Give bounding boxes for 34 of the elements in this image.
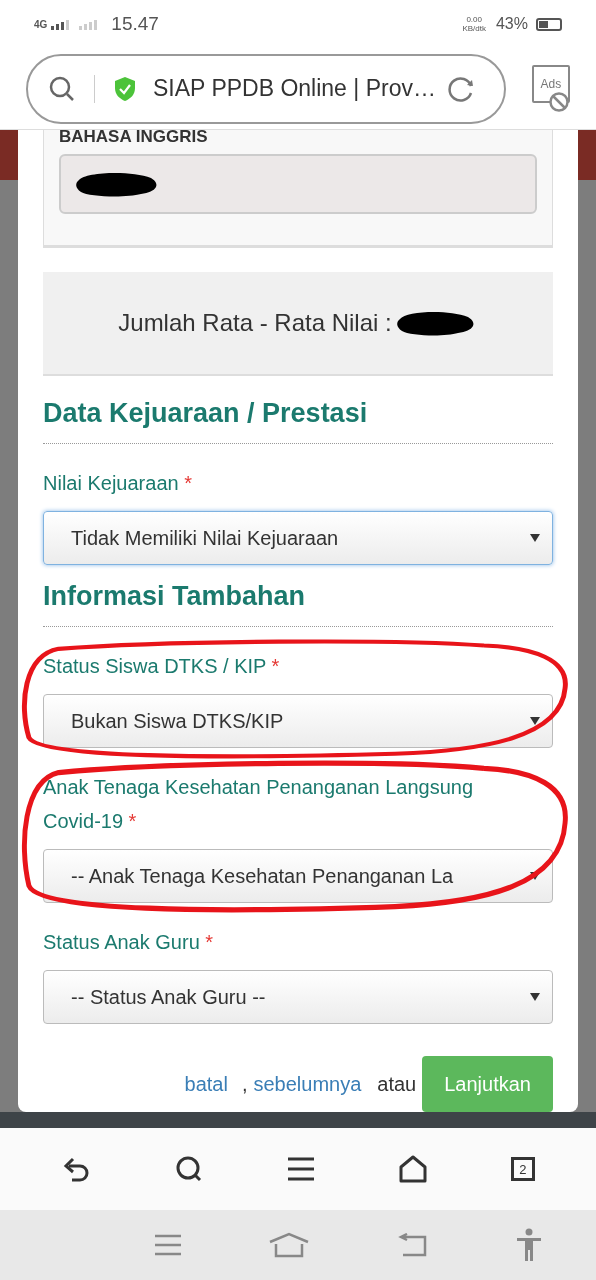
search-icon[interactable] (48, 74, 76, 103)
speed-value: 0.00 (466, 15, 482, 24)
signal-icon (49, 18, 72, 30)
menu-icon[interactable] (285, 1156, 316, 1182)
field-label: BAHASA INGGRIS (59, 130, 209, 144)
tabs-button[interactable]: 2 (510, 1157, 535, 1181)
back-link[interactable]: sebelumnya (253, 1072, 362, 1096)
shield-icon (113, 75, 137, 102)
dropdown[interactable]: Tidak Memiliki Nilai Kejuaraan (43, 511, 553, 565)
field-label: Status Anak Guru * (43, 930, 215, 955)
field-label: Status Siswa DTKS / KIP * (43, 654, 281, 679)
cancel-link[interactable]: batal (184, 1072, 228, 1096)
or-text: atau (377, 1072, 417, 1096)
clock: 15.47 (111, 13, 159, 35)
network-type: 4G (34, 18, 48, 30)
section-heading: Informasi Tambahan (43, 581, 553, 627)
speed-unit: KB/dtk (462, 24, 486, 33)
address-bar[interactable]: SIAP PPDB Online | Prov… (26, 53, 506, 124)
page-title: SIAP PPDB Online | Prov… (153, 75, 436, 102)
caret-icon (530, 534, 540, 542)
score-field[interactable] (59, 154, 537, 214)
field-label: Nilai Kejuaraan * (43, 471, 193, 496)
home-icon[interactable] (398, 1154, 429, 1184)
separator-text: , (241, 1072, 248, 1096)
field-label: Anak Tenaga Kesehatan Penanganan Langsung Covid-19 * (43, 775, 474, 834)
battery-icon (536, 17, 562, 31)
accessibility-icon[interactable] (516, 1228, 543, 1262)
dropdown[interactable]: -- Status Anak Guru -- (43, 970, 553, 1024)
caret-icon (530, 717, 540, 725)
section-heading: Data Kejuaraan / Prestasi (43, 398, 553, 444)
average-label: Jumlah Rata - Rata Nilai : (118, 309, 392, 337)
dropdown[interactable]: Bukan Siswa DTKS/KIP (43, 694, 553, 748)
caret-icon (530, 993, 540, 1001)
battery-percent: 43% (495, 15, 528, 33)
